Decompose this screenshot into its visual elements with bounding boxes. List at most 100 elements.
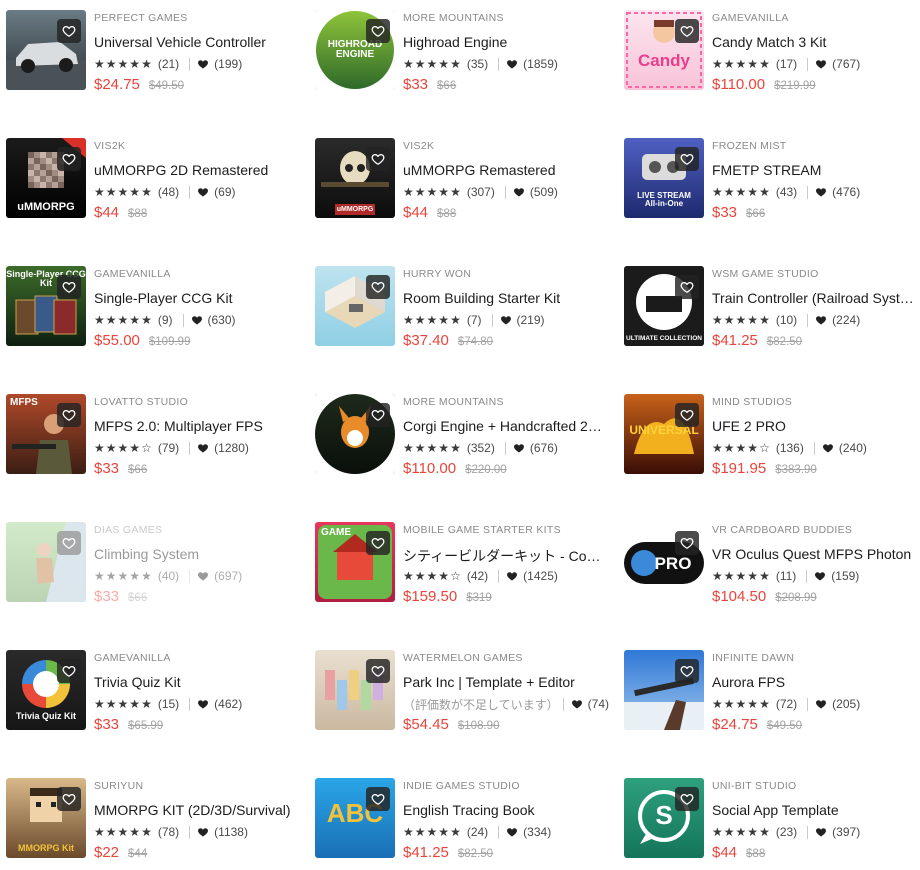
product-thumbnail[interactable]: S [624,778,704,858]
product-title[interactable]: Train Controller (Railroad System) [712,290,918,308]
product-title[interactable]: FMETP STREAM [712,162,918,180]
publisher-name[interactable]: MORE MOUNTAINS [403,396,609,409]
add-to-favorites-button[interactable] [366,787,390,811]
product-card[interactable]: PRO VR CARDBOARD BUDDIES VR Oculus Quest… [618,512,918,605]
publisher-name[interactable]: DIAS GAMES [94,524,300,537]
product-thumbnail[interactable]: uMMORPG [6,138,86,218]
product-title[interactable]: UFE 2 PRO [712,418,918,436]
product-thumbnail[interactable]: MFPS [6,394,86,474]
product-title[interactable]: MFPS 2.0: Multiplayer FPS [94,418,300,436]
publisher-name[interactable]: UNI-BIT STUDIO [712,780,918,793]
product-card[interactable]: HIGHROAD ENGINE MORE MOUNTAINS Highroad … [309,0,609,93]
add-to-favorites-button[interactable] [57,19,81,43]
publisher-name[interactable]: MOBILE GAME STARTER KITS [403,524,609,537]
add-to-favorites-button[interactable] [57,787,81,811]
product-thumbnail[interactable]: ULTIMATE COLLECTION [624,266,704,346]
publisher-name[interactable]: GAMEVANILLA [94,268,300,281]
add-to-favorites-button[interactable] [57,403,81,427]
product-card[interactable]: uMMORPG VIS2K uMMORPG 2D Remastered ★ ★ ★ ★… [0,128,300,221]
product-thumbnail[interactable]: Trivia Quiz Kit [6,650,86,730]
product-title[interactable]: VR Oculus Quest MFPS Photon [712,546,918,564]
product-title[interactable]: シティービルダーキット - Complete City Builder [403,546,609,564]
product-thumbnail[interactable] [315,650,395,730]
publisher-name[interactable]: SURIYUN [94,780,300,793]
product-thumbnail[interactable]: LIVE STREAM All-in-One [624,138,704,218]
product-thumbnail[interactable] [624,650,704,730]
add-to-favorites-button[interactable] [366,659,390,683]
publisher-name[interactable]: FROZEN MIST [712,140,918,153]
publisher-name[interactable]: MORE MOUNTAINS [403,12,609,25]
add-to-favorites-button[interactable] [675,659,699,683]
product-card[interactable]: ABC INDIE GAMES STUDIO English Tracing B… [309,768,609,861]
publisher-name[interactable]: PERFECT GAMES [94,12,300,25]
publisher-name[interactable]: INDIE GAMES STUDIO [403,780,609,793]
add-to-favorites-button[interactable] [57,531,81,555]
product-card[interactable]: S UNI-BIT STUDIO Social App Template ★ ★ ★… [618,768,918,861]
publisher-name[interactable]: HURRY WON [403,268,609,281]
add-to-favorites-button[interactable] [675,787,699,811]
product-thumbnail[interactable]: MMORPG Kit [6,778,86,858]
product-thumbnail[interactable]: UNIVERSAL [624,394,704,474]
product-card[interactable]: GAME MOBILE GAME STARTER KITS シティービルダーキッ… [309,512,609,605]
product-thumbnail[interactable] [315,394,395,474]
publisher-name[interactable]: MIND STUDIOS [712,396,918,409]
product-title[interactable]: MMORPG KIT (2D/3D/Survival) [94,802,300,820]
product-thumbnail[interactable]: HIGHROAD ENGINE [315,10,395,90]
product-thumbnail[interactable] [6,10,86,90]
publisher-name[interactable]: GAMEVANILLA [712,12,918,25]
publisher-name[interactable]: LOVATTO STUDIO [94,396,300,409]
product-card[interactable]: WATERMELON GAMES Park Inc | Template + E… [309,640,609,733]
product-thumbnail[interactable] [315,266,395,346]
product-thumbnail[interactable]: PRO [624,522,704,602]
add-to-favorites-button[interactable] [366,531,390,555]
add-to-favorites-button[interactable] [675,147,699,171]
add-to-favorites-button[interactable] [675,275,699,299]
product-title[interactable]: Single-Player CCG Kit [94,290,300,308]
product-title[interactable]: uMMORPG 2D Remastered [94,162,300,180]
add-to-favorites-button[interactable] [57,275,81,299]
product-card[interactable]: INFINITE DAWN Aurora FPS ★ ★ ★ ★ ★ (72) (205… [618,640,918,733]
product-title[interactable]: Aurora FPS [712,674,918,692]
publisher-name[interactable]: GAMEVANILLA [94,652,300,665]
product-thumbnail[interactable] [6,522,86,602]
product-thumbnail[interactable]: ABC [315,778,395,858]
product-title[interactable]: Park Inc | Template + Editor [403,674,609,692]
product-card[interactable]: UNIVERSAL MIND STUDIOS UFE 2 PRO ★ ★ ★ ★ ☆ (… [618,384,918,477]
product-card[interactable]: LIVE STREAM All-in-One FROZEN MIST FMETP… [618,128,918,221]
product-title[interactable]: Universal Vehicle Controller [94,34,300,52]
product-thumbnail[interactable]: Single-Player CCG Kit [6,266,86,346]
product-title[interactable]: Room Building Starter Kit [403,290,609,308]
add-to-favorites-button[interactable] [675,19,699,43]
product-card[interactable]: MMORPG Kit SURIYUN MMORPG KIT (2D/3D/Sur… [0,768,300,861]
product-thumbnail[interactable]: uMMORPG [315,138,395,218]
product-thumbnail[interactable]: GAME [315,522,395,602]
product-title[interactable]: Candy Match 3 Kit [712,34,918,52]
add-to-favorites-button[interactable] [366,147,390,171]
publisher-name[interactable]: VIS2K [403,140,609,153]
product-card[interactable]: Trivia Quiz Kit GAMEVANILLA Trivia Quiz … [0,640,300,733]
product-thumbnail[interactable]: Candy [624,10,704,90]
publisher-name[interactable]: VIS2K [94,140,300,153]
product-title[interactable]: Climbing System [94,546,300,564]
product-card[interactable]: DIAS GAMES Climbing System ★ ★ ★ ★ ★ (40) (6… [0,512,300,605]
product-card[interactable]: MFPS LOVATTO STUDIO MFPS 2.0: Multiplaye… [0,384,300,477]
product-card[interactable]: PERFECT GAMES Universal Vehicle Controll… [0,0,300,93]
product-title[interactable]: uMMORPG Remastered [403,162,609,180]
publisher-name[interactable]: WSM GAME STUDIO [712,268,918,281]
publisher-name[interactable]: VR CARDBOARD BUDDIES [712,524,918,537]
product-card[interactable]: uMMORPG VIS2K uMMORPG Remastered ★ ★ ★ ★ ★ (… [309,128,609,221]
product-title[interactable]: Highroad Engine [403,34,609,52]
product-title[interactable]: Corgi Engine + Handcrafted 2D Platformer [403,418,609,436]
add-to-favorites-button[interactable] [675,531,699,555]
add-to-favorites-button[interactable] [57,659,81,683]
add-to-favorites-button[interactable] [366,275,390,299]
product-card[interactable]: Single-Player CCG Kit GAMEVANILLA Single… [0,256,300,349]
add-to-favorites-button[interactable] [366,19,390,43]
publisher-name[interactable]: INFINITE DAWN [712,652,918,665]
product-card[interactable]: MORE MOUNTAINS Corgi Engine + Handcrafte… [309,384,609,477]
add-to-favorites-button[interactable] [366,403,390,427]
product-title[interactable]: Social App Template [712,802,918,820]
product-card[interactable]: Candy GAMEVANILLA Candy Match 3 Kit ★ ★ ★ ★… [618,0,918,93]
publisher-name[interactable]: WATERMELON GAMES [403,652,609,665]
add-to-favorites-button[interactable] [675,403,699,427]
